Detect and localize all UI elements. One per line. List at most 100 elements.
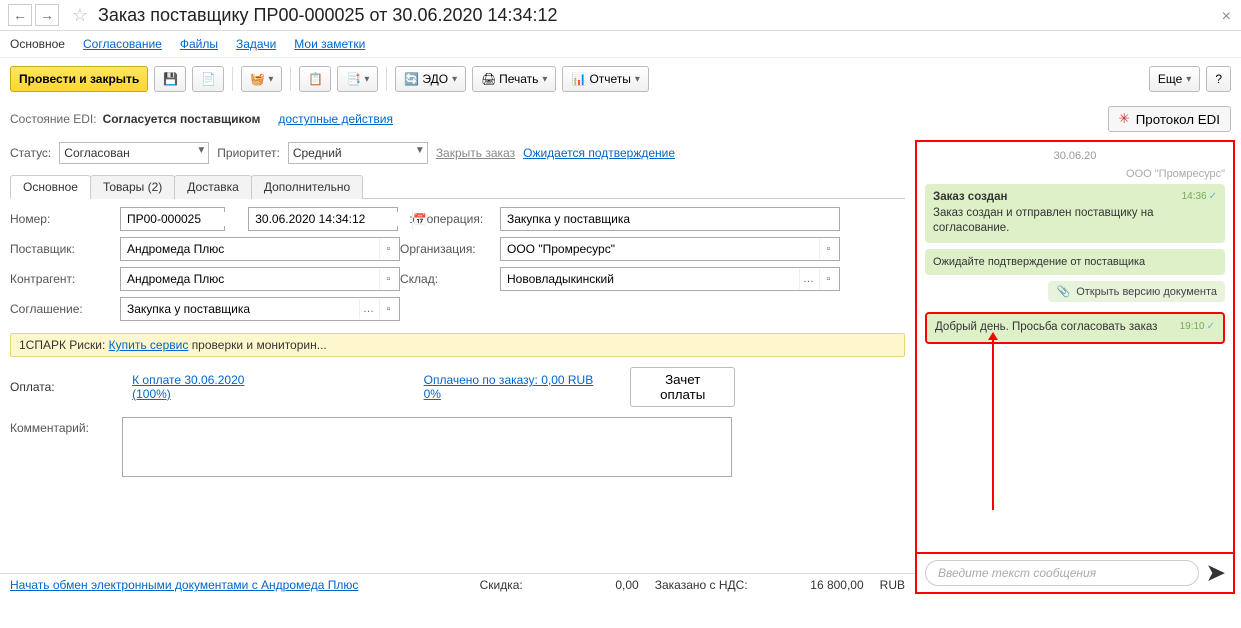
spark-suffix: проверки и мониторин...	[192, 338, 327, 352]
link-doc-icon: 📑	[346, 72, 360, 86]
post-button[interactable]: 📄	[192, 66, 224, 92]
create-based-button[interactable]: 📑▾	[337, 66, 378, 92]
tab-goods[interactable]: Товары (2)	[90, 175, 175, 199]
payment-link[interactable]: К оплате 30.06.2020 (100%)	[132, 373, 284, 401]
protocol-icon: ✳	[1119, 111, 1130, 127]
chat-date: 30.06.20	[925, 150, 1225, 162]
post-icon: 📄	[201, 72, 215, 86]
awaiting-link[interactable]: Ожидается подтверждение	[523, 146, 675, 160]
save-button[interactable]: 💾	[154, 66, 186, 92]
number-field[interactable]	[120, 207, 225, 231]
discount-label: Скидка:	[480, 578, 523, 592]
calendar-icon[interactable]: 📅	[412, 209, 427, 229]
payment-row: Оплата: К оплате 30.06.2020 (100%) Оплач…	[10, 361, 905, 413]
open-icon[interactable]: ▫	[379, 299, 397, 319]
chevron-down-icon: ▼	[415, 145, 425, 156]
tab-extra[interactable]: Дополнительно	[251, 175, 363, 199]
chat-message-1: Заказ создан Заказ создан и отправлен по…	[925, 184, 1225, 243]
counter-label: Контрагент:	[10, 272, 120, 286]
start-exchange-link[interactable]: Начать обмен электронными документами с …	[10, 578, 358, 592]
post-and-close-button[interactable]: Провести и закрыть	[10, 66, 148, 92]
basket-icon: 🧺	[250, 72, 264, 86]
chat-input[interactable]: Введите текст сообщения	[925, 560, 1199, 586]
open-version-link[interactable]: 📎 Открыть версию документа	[1048, 281, 1225, 302]
date-field[interactable]: 📅	[248, 207, 398, 231]
open-version-row: 📎 Открыть версию документа	[925, 281, 1225, 302]
edi-label: Состояние EDI:	[10, 112, 97, 126]
edo-button[interactable]: 🔄ЭДО▾	[395, 66, 466, 92]
comment-label: Комментарий:	[10, 421, 114, 435]
edo-icon: 🔄	[404, 72, 418, 86]
supplier-label: Поставщик:	[10, 242, 120, 256]
separator	[386, 67, 387, 91]
subnav-files[interactable]: Файлы	[180, 37, 218, 51]
subnav-main[interactable]: Основное	[10, 37, 65, 51]
operation-field[interactable]	[500, 207, 840, 231]
footer: Начать обмен электронными документами с …	[0, 573, 915, 596]
close-order-link[interactable]: Закрыть заказ	[436, 146, 515, 160]
priority-label: Приоритет:	[217, 146, 280, 160]
open-icon[interactable]: ▫	[379, 239, 397, 259]
tab-main[interactable]: Основное	[10, 175, 91, 199]
open-icon[interactable]: ▫	[819, 239, 837, 259]
subnav-notes[interactable]: Мои заметки	[294, 37, 365, 51]
page-title: Заказ поставщику ПР00-000025 от 30.06.20…	[98, 5, 558, 26]
agreement-label: Соглашение:	[10, 302, 120, 316]
reports-button[interactable]: 📊Отчеты▾	[562, 66, 649, 92]
chat-input-bar: Введите текст сообщения ➤	[915, 552, 1235, 594]
supplier-field[interactable]: ▫	[120, 237, 400, 261]
separator	[232, 67, 233, 91]
org-field[interactable]: ▫	[500, 237, 840, 261]
send-icon[interactable]: ➤	[1207, 560, 1225, 586]
counter-field[interactable]: ▫	[120, 267, 400, 291]
ordered-label: Заказано с НДС:	[655, 578, 748, 592]
agreement-field[interactable]: …▫	[120, 297, 400, 321]
check-icon: ✓	[1209, 191, 1217, 202]
close-icon[interactable]: ×	[1222, 8, 1231, 26]
more-button[interactable]: Еще▾	[1149, 66, 1200, 92]
print-icon: 🖨	[481, 72, 495, 86]
report-icon: 📊	[571, 72, 585, 86]
subnav: Основное Согласование Файлы Задачи Мои з…	[0, 31, 1241, 58]
paid-link[interactable]: Оплачено по заказу: 0,00 RUB 0%	[424, 373, 611, 401]
open-icon[interactable]: ▫	[379, 269, 397, 289]
number-label: Номер:	[10, 212, 120, 226]
form-grid: Номер: от: 📅 Хоз. операция: Поставщик: ▫…	[10, 199, 905, 329]
currency: RUB	[880, 578, 905, 592]
clip-icon: 📎	[1056, 285, 1070, 298]
ordered-value: 16 800,00	[764, 578, 864, 592]
doc-icon: 📋	[308, 72, 322, 86]
warehouse-label: Склад:	[400, 272, 500, 286]
comment-row: Комментарий:	[10, 413, 905, 481]
offset-payment-button[interactable]: Зачет оплаты	[630, 367, 735, 407]
help-button[interactable]: ?	[1206, 66, 1231, 92]
payment-label: Оплата:	[10, 380, 112, 394]
subnav-tasks[interactable]: Задачи	[236, 37, 276, 51]
org-label: Организация:	[400, 242, 500, 256]
separator	[290, 67, 291, 91]
spark-buy-link[interactable]: Купить сервис	[109, 338, 189, 352]
status-select[interactable]: Согласован ▼	[59, 142, 209, 164]
ellipsis-icon[interactable]: …	[799, 269, 817, 289]
ellipsis-icon[interactable]: …	[359, 299, 377, 319]
back-button[interactable]: ←	[8, 4, 32, 26]
status-row: Статус: Согласован ▼ Приоритет: Средний …	[10, 138, 905, 168]
edi-value: Согласуется поставщиком	[103, 112, 261, 126]
annotation-arrow	[992, 340, 994, 510]
doc-button[interactable]: 📋	[299, 66, 331, 92]
subnav-approval[interactable]: Согласование	[83, 37, 162, 51]
forward-button[interactable]: →	[35, 4, 59, 26]
priority-select[interactable]: Средний ▼	[288, 142, 428, 164]
edi-actions-link[interactable]: доступные действия	[278, 112, 393, 126]
chevron-down-icon: ▼	[196, 145, 206, 156]
tabs: Основное Товары (2) Доставка Дополнитель…	[10, 174, 905, 199]
comment-field[interactable]	[122, 417, 732, 477]
discount-value: 0,00	[539, 578, 639, 592]
favorite-icon[interactable]: ☆	[68, 4, 92, 26]
warehouse-field[interactable]: …▫	[500, 267, 840, 291]
open-icon[interactable]: ▫	[819, 269, 837, 289]
tab-delivery[interactable]: Доставка	[174, 175, 252, 199]
protocol-edi-button[interactable]: ✳ Протокол EDI	[1108, 106, 1231, 132]
basket-button[interactable]: 🧺▾	[241, 66, 282, 92]
print-button[interactable]: 🖨Печать▾	[472, 66, 556, 92]
